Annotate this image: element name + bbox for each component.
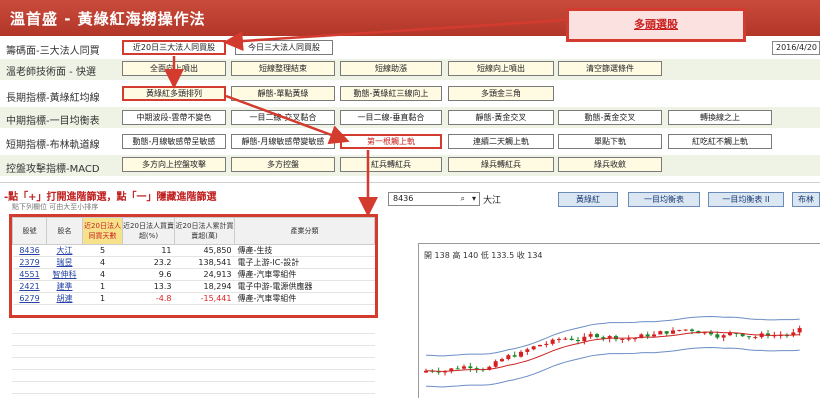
candle-body [652, 334, 656, 337]
cell-name[interactable]: 智伸科 [46, 268, 83, 281]
candle-body [531, 346, 536, 350]
candle-body [576, 339, 580, 342]
candle-body [462, 366, 466, 369]
annotation-arrows [164, 18, 567, 217]
cell-amt: 24,913 [174, 268, 235, 281]
empty-rows [12, 322, 375, 398]
cell-amt: 18,294 [174, 280, 235, 293]
candle-body [690, 329, 694, 332]
cell-code[interactable]: 2421 [12, 280, 47, 293]
candle-body [728, 332, 732, 336]
cell-amt: 138,541 [174, 256, 235, 269]
cell-days: 1 [82, 292, 123, 305]
candle-body [620, 338, 625, 340]
cell-code[interactable]: 8436 [12, 244, 47, 257]
cell-pct: -4.8 [122, 292, 175, 305]
cell-ind: 電子中游-電源供應器 [234, 280, 375, 293]
cell-pct: 23.2 [122, 256, 175, 269]
cell-ind: 傳產-生技 [234, 244, 375, 257]
candle-body [626, 338, 631, 340]
candle-body [753, 337, 758, 339]
cell-name[interactable]: 胡連 [46, 292, 83, 305]
candle-body [538, 344, 542, 347]
candle-body [506, 355, 511, 360]
candle-body [645, 334, 650, 337]
table-row[interactable]: 6279 胡連 1 -4.8 -15,441 傳產-汽車零組件 [12, 292, 375, 305]
table-row[interactable]: 8436 大江 5 11 45,850 傳產-生技 [12, 244, 375, 257]
cell-ind: 傳產-汽車零組件 [234, 292, 375, 305]
price-chart [424, 315, 802, 388]
candle-body [797, 328, 802, 333]
candle-body [569, 338, 574, 340]
cell-name[interactable]: 建準 [46, 280, 83, 293]
candle-body [550, 339, 555, 344]
candle-body [683, 329, 688, 331]
cell-days: 5 [82, 244, 123, 257]
cell-amt: 45,850 [174, 244, 235, 257]
table-row[interactable]: 2421 建準 1 13.3 18,294 電子中游-電源供應器 [12, 280, 375, 293]
cell-days: 1 [82, 280, 123, 293]
candle-body [721, 335, 726, 338]
cell-pct: 11 [122, 244, 175, 257]
candle-body [588, 334, 593, 337]
cell-amt: -15,441 [174, 292, 235, 305]
candle-body [544, 343, 549, 345]
cell-pct: 13.3 [122, 280, 175, 293]
candle-body [715, 334, 720, 338]
candle-body [582, 336, 587, 342]
candle-body [474, 368, 479, 370]
candle-body [677, 329, 682, 331]
cell-ind: 傳產-汽車零組件 [234, 268, 375, 281]
cell-days: 4 [82, 256, 123, 269]
cell-code[interactable]: 6279 [12, 292, 47, 305]
candle-body [493, 361, 498, 367]
cell-code[interactable]: 4551 [12, 268, 47, 281]
cell-ind: 電子上游-IC-設計 [234, 256, 375, 269]
candle-body [557, 338, 561, 340]
candle-body [468, 366, 473, 369]
candle-body [671, 330, 675, 334]
cell-days: 4 [82, 268, 123, 281]
candle-body [500, 359, 504, 362]
table-row[interactable]: 4551 智伸科 4 9.6 24,913 傳產-汽車零組件 [12, 268, 375, 281]
ma-lower [425, 346, 800, 388]
candle-body [563, 338, 568, 340]
candle-body [525, 349, 530, 352]
candle-body [664, 331, 669, 334]
candle-body [658, 331, 663, 335]
candle-body [455, 368, 460, 370]
cell-name[interactable]: 瑞昱 [46, 256, 83, 269]
ma-mid [425, 331, 800, 372]
cell-code[interactable]: 2379 [12, 256, 47, 269]
table-row[interactable]: 2379 瑞昱 4 23.2 138,541 電子上游-IC-設計 [12, 256, 375, 269]
candle-body [595, 334, 599, 338]
candle-body [519, 351, 523, 357]
candle-body [512, 355, 517, 357]
cell-name[interactable]: 大江 [46, 244, 83, 257]
candle-body [747, 336, 751, 338]
cell-pct: 9.6 [122, 268, 175, 281]
